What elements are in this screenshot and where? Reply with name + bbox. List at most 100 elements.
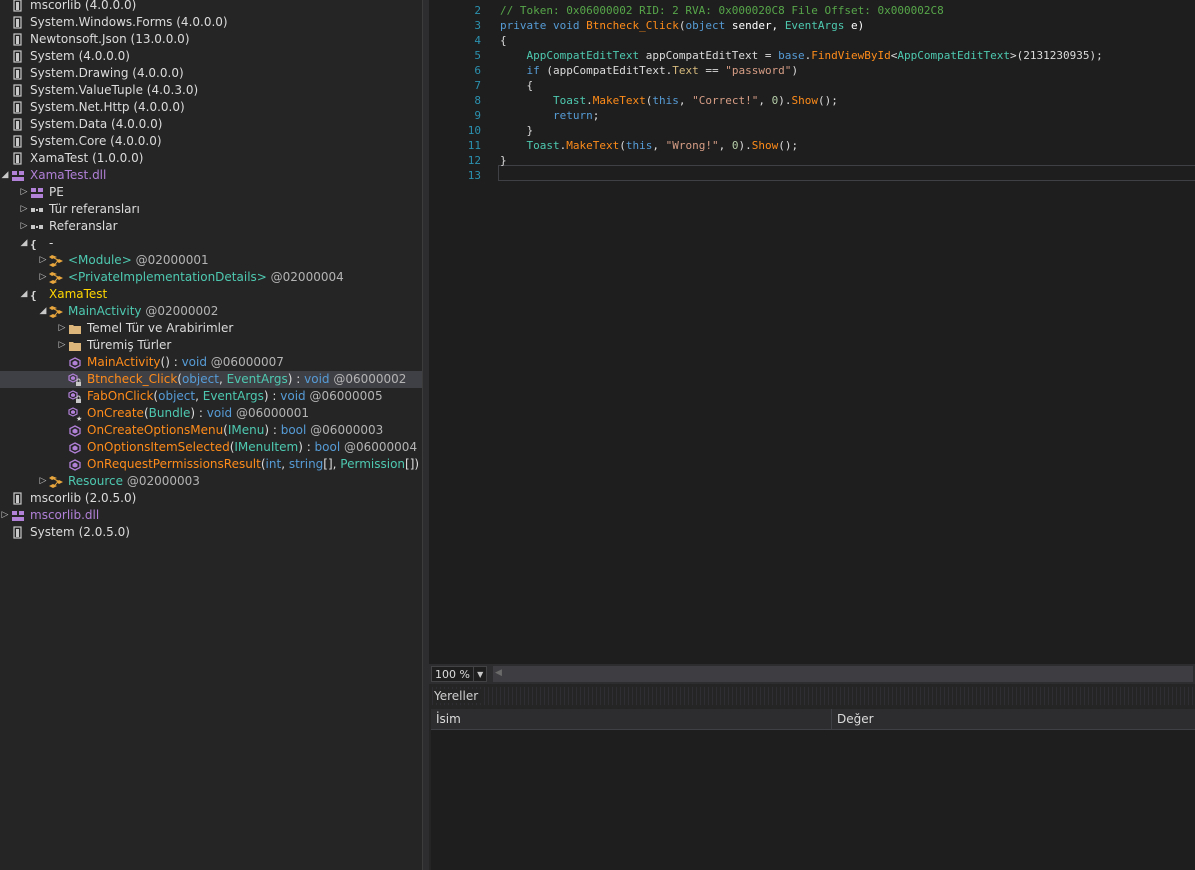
label-part: System.Windows.Forms [30,15,173,29]
tree-row-label: XamaTest.dll [30,167,106,184]
code-token: , [718,139,732,152]
expanded-arrow-icon[interactable]: ◢ [38,303,48,320]
arrow-spacer [57,354,67,371]
expanded-arrow-icon[interactable]: ◢ [19,286,29,303]
code-token: AppCompatEditText [526,49,640,62]
namespace-icon: { } [29,235,45,252]
collapsed-arrow-icon[interactable]: ▷ [38,252,48,269]
collapsed-arrow-icon[interactable]: ▷ [19,218,29,235]
tree-row[interactable]: ▷ mscorlib.dll [0,507,422,524]
arrow-spacer [0,65,10,82]
code-token: ) [791,64,799,77]
arrow-spacer [0,524,10,541]
tree-row[interactable]: System.ValueTuple (4.0.3.0) [0,82,422,99]
line-number: 10 [467,124,481,137]
locals-list [431,730,1195,870]
collapsed-arrow-icon[interactable]: ▷ [57,320,67,337]
line-number: 13 [467,169,481,182]
tree-row[interactable]: Newtonsoft.Json (13.0.0.0) [0,31,422,48]
tree-row[interactable]: System.Windows.Forms (4.0.0.0) [0,14,422,31]
tree-row[interactable]: ◢ MainActivity @02000002 [0,303,422,320]
tree-row[interactable]: Btncheck_Click(object, EventArgs) : void… [0,371,422,388]
line-number: 3 [474,19,481,32]
collapsed-arrow-icon[interactable]: ▷ [57,337,67,354]
tree-row[interactable]: System.Core (4.0.0.0) [0,133,422,150]
line-number: 12 [467,154,481,167]
tree-row[interactable]: ▷ <Module> @02000001 [0,252,422,269]
code-token: "Correct!" [692,94,759,107]
tree-row[interactable]: ▷ Türemiş Türler [0,337,422,354]
label-part: @06000004 [340,440,418,454]
collapsed-arrow-icon[interactable]: ▷ [38,473,48,490]
code-token: (); [778,139,799,152]
tree-row-label: System.Core (4.0.0.0) [30,133,162,150]
code-token: appCompatEditText = [639,49,779,62]
code-token: sender, [725,19,785,32]
horizontal-scrollbar[interactable]: ◀ [493,666,1193,682]
tree-row[interactable]: ▷ Referanslar [0,218,422,235]
svg-text:★: ★ [76,415,82,421]
tree-row[interactable]: OnOptionsItemSelected(IMenuItem) : bool … [0,439,422,456]
label-part: @06000007 [206,355,284,369]
code-token: . [586,94,593,107]
tree-row[interactable]: ◢ XamaTest.dll [0,167,422,184]
tree-row[interactable]: ◢{ } XamaTest [0,286,422,303]
zoom-combobox[interactable]: 100 % ▼ [431,666,487,682]
expanded-arrow-icon[interactable]: ◢ [19,235,29,252]
tree-row[interactable]: System (4.0.0.0) [0,48,422,65]
tree-row[interactable]: ★ OnCreate(Bundle) : void @06000001 [0,405,422,422]
expanded-arrow-icon[interactable]: ◢ [0,167,10,184]
tree-row[interactable]: ▷ Resource @02000003 [0,473,422,490]
code-token: , [678,94,693,107]
label-part: , [281,457,289,471]
tree-row-label: OnOptionsItemSelected(IMenuItem) : bool … [87,439,417,456]
tree-row-label: mscorlib (2.0.5.0) [30,490,136,507]
collapsed-arrow-icon[interactable]: ▷ [19,201,29,218]
assembly-explorer-tree[interactable]: mscorlib (4.0.0.0) System.Windows.Forms (… [0,0,422,870]
label-part: : [269,423,281,437]
collapsed-arrow-icon[interactable]: ▷ [0,507,10,524]
label-part: - [49,236,54,250]
label-part: mscorlib [30,491,82,505]
code-token: Text [672,64,699,77]
tree-row[interactable]: ▷ <PrivateImplementationDetails> @0200000… [0,269,422,286]
code-token: { [500,79,534,92]
tree-row[interactable]: System.Net.Http (4.0.0.0) [0,99,422,116]
method-icon [67,354,83,371]
tree-row[interactable]: ◢{ }- [0,235,422,252]
tree-row[interactable]: ▷ Temel Tür ve Arabirimler [0,320,422,337]
label-part: Tür referansları [49,202,140,216]
label-part: (2.0.5.0) [81,491,137,505]
tree-row[interactable]: FabOnClick(object, EventArgs) : void @06… [0,388,422,405]
tree-row-label: System.Drawing (4.0.0.0) [30,65,184,82]
column-header-name[interactable]: İsim [431,709,836,729]
tree-row-label: OnCreate(Bundle) : void @06000001 [87,405,309,422]
tree-row-label: Referanslar [49,218,118,235]
chevron-down-icon[interactable]: ▼ [473,667,486,681]
tree-row[interactable]: System (2.0.5.0) [0,524,422,541]
class-icon [48,303,64,320]
scroll-left-icon[interactable]: ◀ [495,668,502,678]
collapsed-arrow-icon[interactable]: ▷ [19,184,29,201]
code-token: , [758,94,772,107]
column-header-value[interactable]: Değer [831,709,1195,729]
tree-row[interactable]: mscorlib (4.0.0.0) [0,0,422,14]
tree-row[interactable]: System.Data (4.0.0.0) [0,116,422,133]
code-token: ( [619,139,626,152]
tree-row[interactable]: OnRequestPermissionsResult(int, string[]… [0,456,422,473]
collapsed-arrow-icon[interactable]: ▷ [38,269,48,286]
panel-splitter[interactable] [422,0,429,870]
tree-row[interactable]: ▷ Tür referansları [0,201,422,218]
code-token: ). [738,139,752,152]
tree-row[interactable]: XamaTest (1.0.0.0) [0,150,422,167]
module-icon [10,167,26,184]
tree-row[interactable]: MainActivity() : void @06000007 [0,354,422,371]
tree-row-label: System.Data (4.0.0.0) [30,116,162,133]
code-editor[interactable]: 2 // Token: 0x06000002 RID: 2 RVA: 0x0000… [429,0,1195,664]
tree-row[interactable]: System.Drawing (4.0.0.0) [0,65,422,82]
tree-row[interactable]: OnCreateOptionsMenu(IMenu) : bool @06000… [0,422,422,439]
tree-row-label: Tür referansları [49,201,140,218]
tree-row[interactable]: mscorlib (2.0.5.0) [0,490,422,507]
code-line: return; [500,108,599,123]
tree-row[interactable]: ▷ PE [0,184,422,201]
